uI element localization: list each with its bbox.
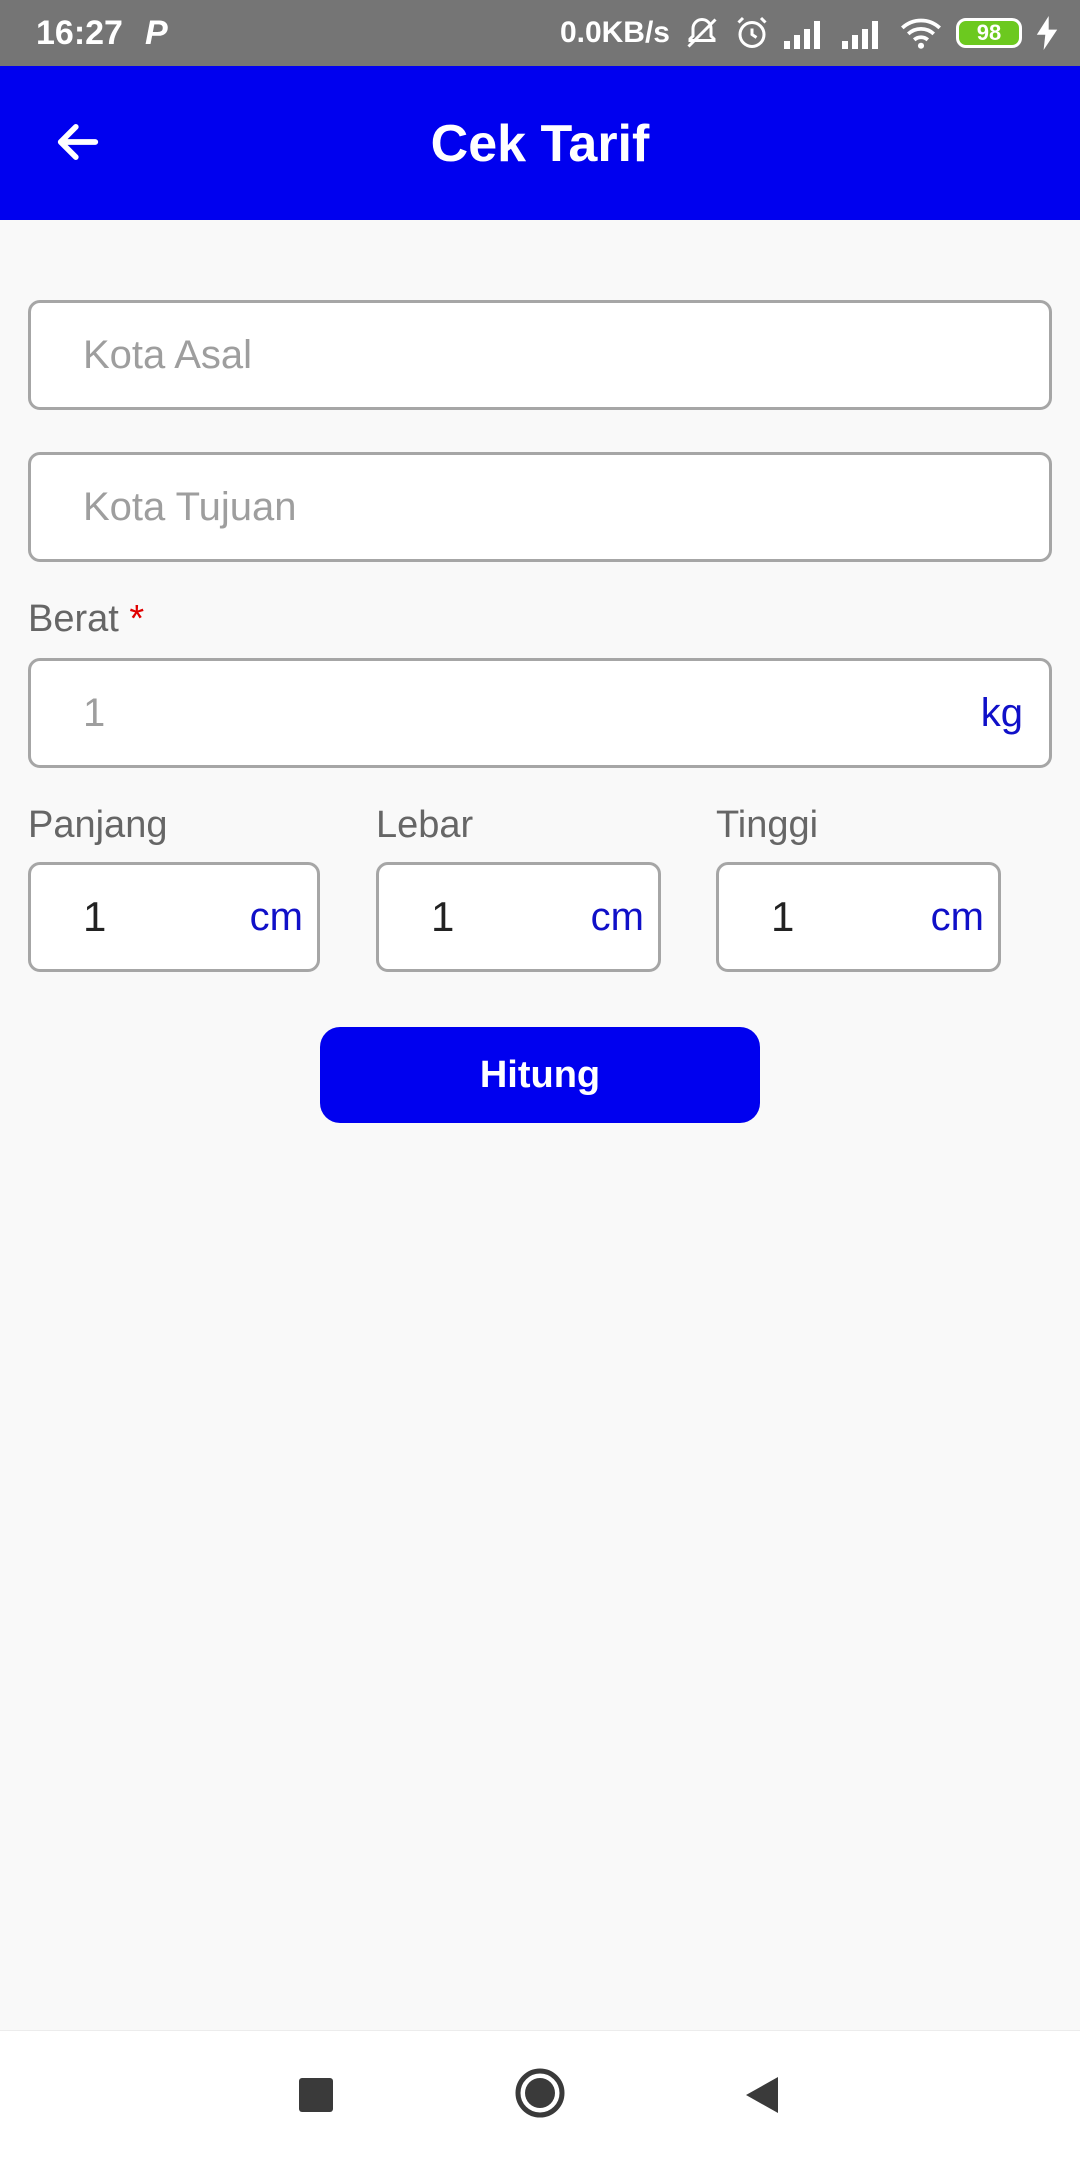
home-icon bbox=[515, 2068, 565, 2118]
wifi-icon bbox=[901, 18, 941, 49]
screen: 16:27 P 0.0KB/s 98 Cek Tarif Kota Asal K… bbox=[0, 0, 1080, 2160]
length-unit: cm bbox=[249, 894, 303, 939]
origin-city-input[interactable] bbox=[83, 303, 997, 407]
status-right: 0.0KB/s 98 bbox=[560, 15, 1058, 51]
weight-input[interactable] bbox=[83, 661, 981, 765]
width-label: Lebar bbox=[376, 804, 474, 846]
height-label: Tinggi bbox=[716, 804, 819, 846]
signal-icon bbox=[842, 21, 878, 49]
height-unit: cm bbox=[930, 894, 984, 939]
weight-label: Berat * bbox=[28, 598, 144, 641]
app-bar: Cek Tarif bbox=[0, 66, 1080, 220]
weight-label-text: Berat bbox=[28, 598, 119, 640]
destination-city-input[interactable] bbox=[83, 455, 997, 559]
status-left: 16:27 P bbox=[36, 14, 168, 53]
required-marker: * bbox=[129, 598, 145, 640]
charging-icon bbox=[1036, 16, 1058, 50]
recent-apps-button[interactable] bbox=[296, 2075, 336, 2115]
height-input[interactable] bbox=[771, 865, 931, 969]
status-time: 16:27 bbox=[36, 13, 123, 52]
parking-app-icon: P bbox=[144, 13, 168, 52]
length-label: Panjang bbox=[28, 804, 168, 846]
width-input[interactable] bbox=[431, 865, 591, 969]
length-field-box: cm bbox=[28, 862, 320, 972]
battery-icon: 98 bbox=[956, 18, 1022, 48]
system-back-button[interactable] bbox=[742, 2073, 782, 2117]
mute-icon bbox=[687, 17, 717, 48]
home-button[interactable] bbox=[514, 2067, 566, 2119]
weight-unit: kg bbox=[980, 690, 1023, 735]
status-bar: 16:27 P 0.0KB/s 98 bbox=[0, 0, 1080, 66]
height-field-box: cm bbox=[716, 862, 1001, 972]
length-input[interactable] bbox=[83, 865, 250, 969]
width-field-box: cm bbox=[376, 862, 661, 972]
page-title: Cek Tarif bbox=[430, 115, 650, 173]
weight-field-box: kg bbox=[28, 658, 1052, 768]
signal-icon bbox=[784, 21, 820, 49]
calculate-button[interactable]: Hitung bbox=[320, 1027, 760, 1123]
destination-city-field-box bbox=[28, 452, 1052, 562]
recent-apps-icon bbox=[299, 2078, 333, 2112]
back-triangle-icon bbox=[746, 2077, 778, 2113]
navigation-bar bbox=[0, 2030, 1080, 2160]
origin-city-field-box bbox=[28, 300, 1052, 410]
network-speed: 0.0KB/s bbox=[559, 16, 670, 49]
alarm-icon bbox=[737, 16, 767, 48]
width-unit: cm bbox=[590, 894, 644, 939]
battery-level: 98 bbox=[976, 20, 1002, 45]
